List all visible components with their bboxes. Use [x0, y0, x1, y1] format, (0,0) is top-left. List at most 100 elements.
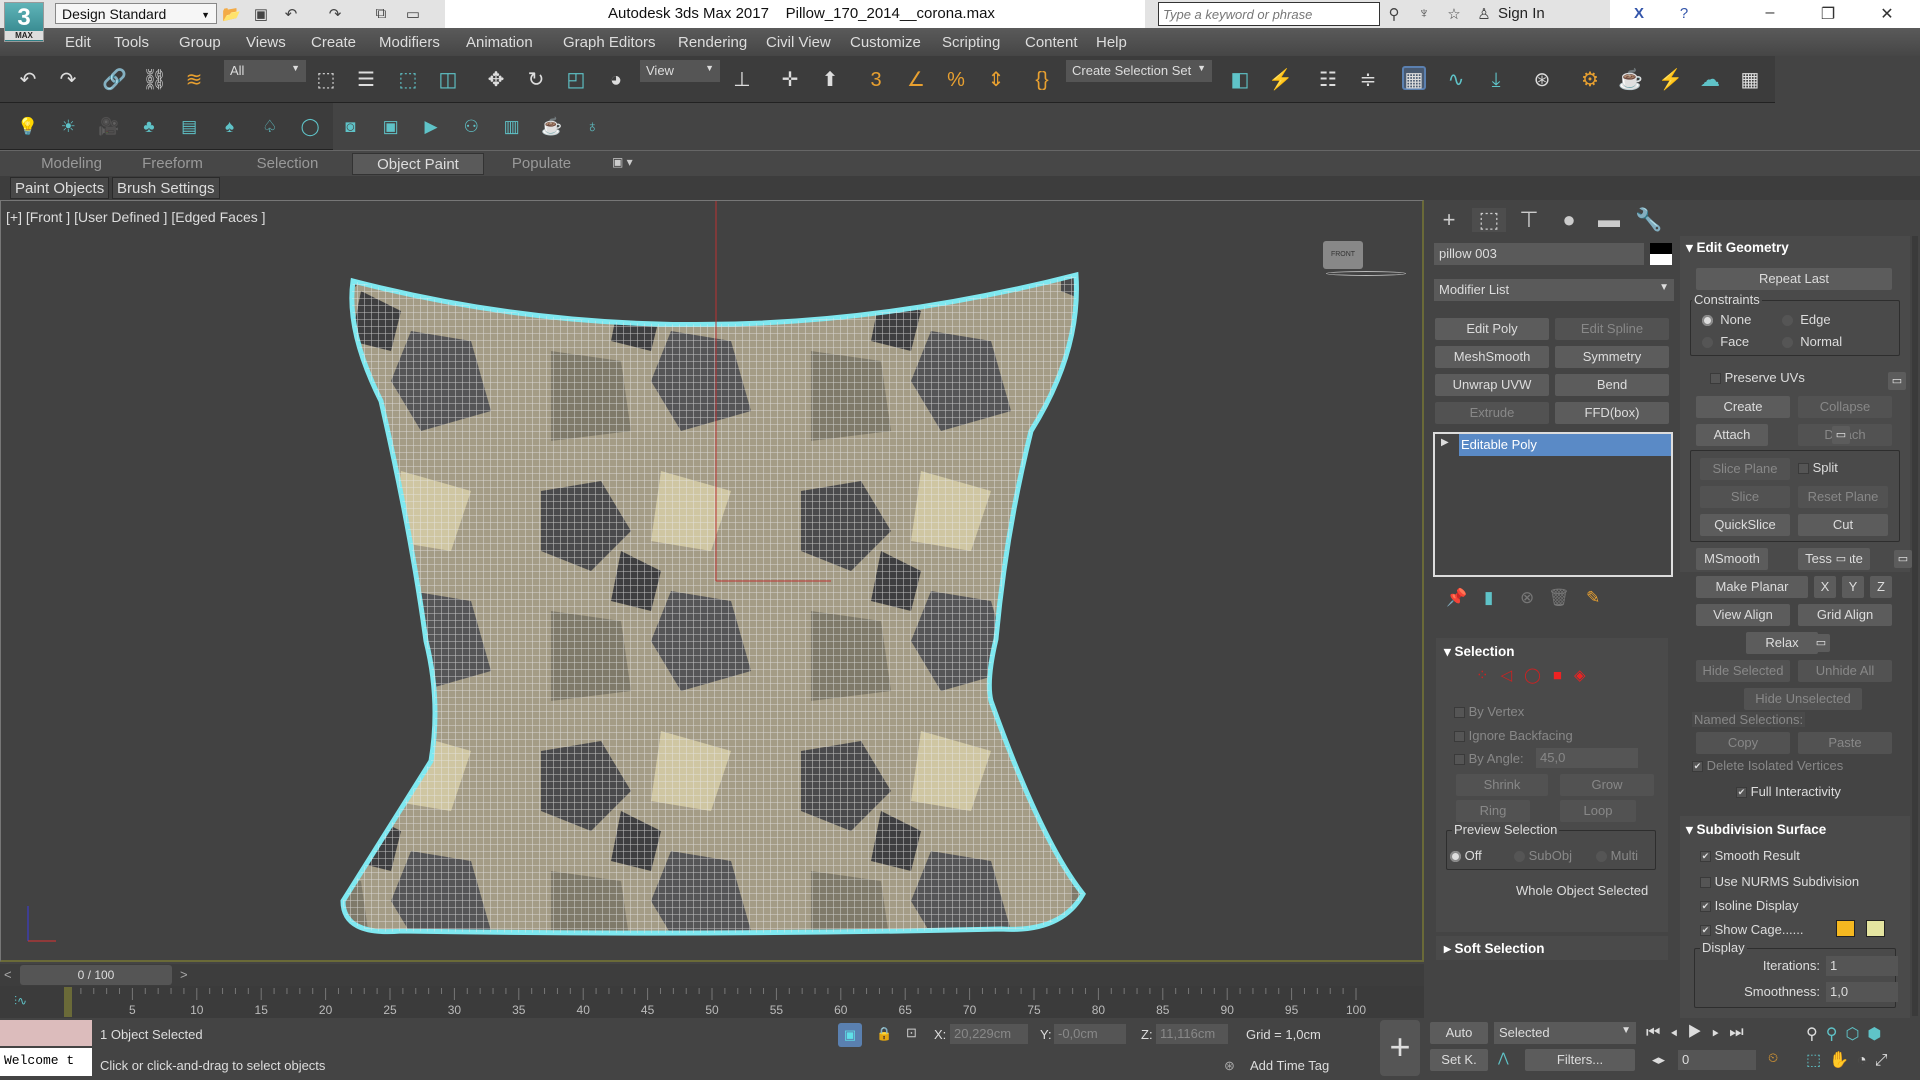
- material-editor-icon[interactable]: ⊛: [1530, 68, 1554, 92]
- menu-graph-editors[interactable]: Graph Editors: [563, 34, 656, 51]
- select-manipulate-icon[interactable]: ✛: [778, 68, 802, 92]
- rotate-icon[interactable]: ↻: [524, 68, 548, 92]
- subobject-level-icons[interactable]: ⁘◁◯■◈: [1476, 666, 1598, 684]
- set-key-big-button[interactable]: +: [1380, 1020, 1420, 1076]
- make-planar-x-button[interactable]: X: [1814, 576, 1836, 598]
- tree-icon[interactable]: ♣: [137, 115, 161, 139]
- light-icon[interactable]: 💡: [16, 115, 40, 139]
- zoom-extents-all-icon[interactable]: ⬢: [1867, 1026, 1889, 1043]
- menu-create[interactable]: Create: [311, 34, 356, 51]
- motion-tab-icon[interactable]: ●: [1552, 208, 1586, 232]
- copy-button[interactable]: Copy: [1696, 732, 1790, 754]
- relax-settings-button[interactable]: ▭: [1812, 634, 1830, 652]
- smoothness-spinner[interactable]: 1,0: [1826, 982, 1898, 1002]
- y-coordinate-field[interactable]: -0,0cm: [1054, 1024, 1126, 1044]
- add-time-tag-button[interactable]: Add Time Tag: [1250, 1058, 1329, 1073]
- repeat-last-button[interactable]: Repeat Last: [1696, 268, 1892, 290]
- previous-frame-icon[interactable]: ◂: [1670, 1024, 1687, 1041]
- brush-settings-panel[interactable]: Brush Settings: [112, 177, 220, 199]
- full-interactivity-checkbox[interactable]: ✔ Full Interactivity: [1736, 784, 1841, 799]
- default-tangents-icon[interactable]: ⋀: [1498, 1050, 1509, 1066]
- display-tab-icon[interactable]: ▬: [1592, 208, 1626, 232]
- align-icon[interactable]: ⚡: [1268, 68, 1293, 92]
- zoom-icon[interactable]: ⚲: [1806, 1026, 1826, 1043]
- cage-color-1[interactable]: [1836, 920, 1855, 937]
- time-slider[interactable]: < 0 / 100 >: [0, 964, 1424, 986]
- shrink-button[interactable]: Shrink: [1456, 774, 1548, 796]
- edit-named-selection-icon[interactable]: {}: [1030, 68, 1054, 92]
- user-icon[interactable]: ♙: [1475, 5, 1493, 23]
- ribbon-tab-populate[interactable]: Populate: [484, 153, 599, 175]
- ring-button[interactable]: Ring: [1456, 800, 1530, 822]
- expand-arrow-icon[interactable]: ▶: [1441, 437, 1449, 448]
- named-selection-set-dropdown[interactable]: Create Selection Set ▼: [1066, 60, 1212, 82]
- render-region-icon[interactable]: ▣: [379, 115, 403, 139]
- zoom-extents-icon[interactable]: ⬡: [1845, 1026, 1867, 1043]
- angle-spinner[interactable]: 45,0: [1536, 748, 1638, 768]
- link-icon[interactable]: 🔗: [102, 68, 127, 92]
- paint-objects-panel[interactable]: Paint Objects: [10, 177, 110, 199]
- show-end-result-icon[interactable]: ▮: [1484, 588, 1493, 608]
- camera-icon[interactable]: 🎥: [97, 115, 121, 139]
- ribbon-tab-modeling[interactable]: Modeling: [14, 153, 129, 175]
- modifier-button-unwrap-uvw[interactable]: Unwrap UVW: [1435, 374, 1549, 396]
- delete-isolated-checkbox[interactable]: ✔ Delete Isolated Vertices: [1692, 758, 1843, 773]
- by-vertex-checkbox[interactable]: By Vertex: [1454, 704, 1524, 719]
- cut-button[interactable]: Cut: [1798, 514, 1888, 536]
- by-angle-checkbox[interactable]: By Angle:: [1454, 751, 1524, 766]
- ribbon-options-icon[interactable]: ▣ ▾: [612, 155, 633, 169]
- menu-content[interactable]: Content: [1025, 34, 1078, 51]
- polygon-icon[interactable]: ■: [1553, 667, 1574, 684]
- menu-views[interactable]: Views: [246, 34, 286, 51]
- play-icon[interactable]: ▶: [1688, 1024, 1712, 1041]
- panel-icon[interactable]: ▥: [500, 115, 524, 139]
- preserve-uvs-checkbox[interactable]: Preserve UVs: [1710, 370, 1805, 385]
- menu-tools[interactable]: Tools: [114, 34, 149, 51]
- quickslice-button[interactable]: QuickSlice: [1700, 514, 1790, 536]
- preview-off-radio[interactable]: Off: [1450, 848, 1482, 863]
- close-button[interactable]: ✕: [1872, 4, 1902, 24]
- make-planar-y-button[interactable]: Y: [1842, 576, 1864, 598]
- ribbon-tab-selection[interactable]: Selection: [230, 153, 345, 175]
- make-unique-icon[interactable]: ⊗: [1520, 588, 1534, 608]
- selection-filter-dropdown[interactable]: All ▼: [224, 60, 306, 82]
- menu-modifiers[interactable]: Modifiers: [379, 34, 440, 51]
- render-setup-icon[interactable]: ⚙: [1578, 68, 1602, 92]
- scene-explorer-icon[interactable]: ☷: [1316, 68, 1340, 92]
- reset-plane-button[interactable]: Reset Plane: [1798, 486, 1888, 508]
- menu-rendering[interactable]: Rendering: [678, 34, 747, 51]
- key-filters-button[interactable]: Filters...: [1525, 1049, 1635, 1071]
- maxscript-input[interactable]: Welcome t: [0, 1048, 92, 1076]
- element-icon[interactable]: ◈: [1574, 667, 1598, 684]
- orbit-icon[interactable]: ◔: [1857, 1052, 1875, 1069]
- edit-geometry-header[interactable]: ▾ Edit Geometry: [1686, 240, 1789, 256]
- tree-box-icon[interactable]: ♤: [258, 115, 282, 139]
- loop-button[interactable]: Loop: [1560, 800, 1636, 822]
- pin-stack-icon[interactable]: 📌: [1446, 588, 1467, 608]
- make-planar-button[interactable]: Make Planar: [1696, 576, 1808, 598]
- unhide-all-button[interactable]: Unhide All: [1798, 660, 1892, 682]
- keyboard-shortcut-override-icon[interactable]: ⬆: [818, 68, 842, 92]
- utilities-tab-icon[interactable]: 🔧: [1632, 208, 1666, 232]
- viewport-front[interactable]: [+] [Front ] [User Defined ] [Edged Face…: [0, 200, 1424, 962]
- modifier-button-meshsmooth[interactable]: MeshSmooth: [1435, 346, 1549, 368]
- set-key-button[interactable]: Set K.: [1430, 1049, 1488, 1071]
- cage-color-2[interactable]: [1866, 920, 1885, 937]
- iterations-spinner[interactable]: 1: [1826, 956, 1898, 976]
- rectangular-selection-icon[interactable]: ⬚: [396, 68, 420, 92]
- tree-line-icon[interactable]: ♠: [218, 115, 242, 139]
- time-configuration-icon[interactable]: ⏲: [1768, 1050, 1778, 1066]
- menu-customize[interactable]: Customize: [850, 34, 921, 51]
- pivot-center-icon[interactable]: ⊥: [730, 68, 754, 92]
- z-coordinate-field[interactable]: 11,116cm: [1156, 1024, 1228, 1044]
- modifier-button-symmetry[interactable]: Symmetry: [1555, 346, 1669, 368]
- ribbon-tab-object-paint[interactable]: Object Paint: [352, 153, 484, 175]
- pillow-mesh[interactable]: [1, 201, 1425, 963]
- object-name-input[interactable]: pillow 003: [1434, 243, 1644, 265]
- select-by-name-icon[interactable]: ☰: [354, 68, 378, 92]
- next-frame-icon[interactable]: ▸: [1712, 1024, 1729, 1041]
- bind-space-warp-icon[interactable]: ≋: [182, 68, 206, 92]
- slice-plane-button[interactable]: Slice Plane: [1700, 458, 1790, 480]
- camera-add-icon[interactable]: ⚇: [459, 115, 483, 139]
- modifier-stack[interactable]: ▶ Editable Poly: [1433, 432, 1673, 577]
